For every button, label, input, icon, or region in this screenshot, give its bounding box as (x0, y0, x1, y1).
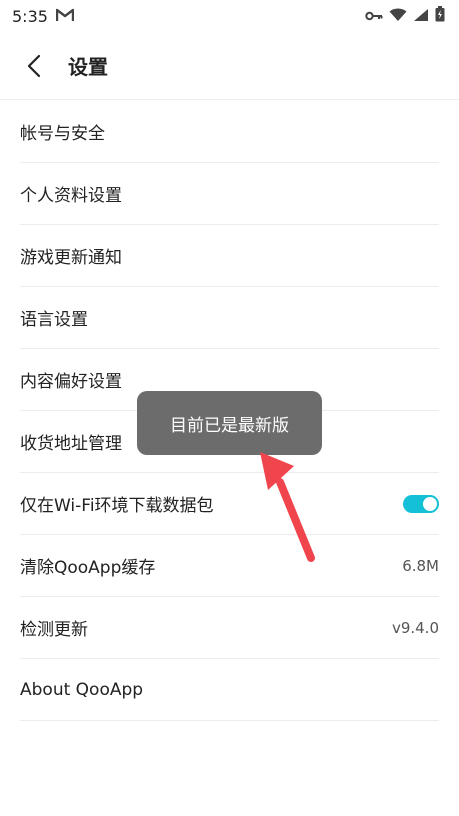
key-icon (365, 7, 383, 26)
status-left: 5:35 (12, 6, 75, 26)
settings-item-label: 帐号与安全 (20, 124, 105, 144)
settings-item-check-update[interactable]: 检测更新 v9.4.0 (20, 597, 439, 659)
settings-item-language[interactable]: 语言设置 (20, 287, 439, 349)
settings-item-game-update-notifications[interactable]: 游戏更新通知 (20, 225, 439, 287)
battery-icon (435, 6, 445, 26)
settings-item-about[interactable]: About QooApp (20, 659, 439, 721)
settings-item-label: 检测更新 (20, 620, 88, 640)
settings-item-clear-cache[interactable]: 清除QooApp缓存 6.8M (20, 535, 439, 597)
settings-item-label: 内容偏好设置 (20, 372, 122, 392)
wifi-icon (389, 7, 407, 26)
version-value: v9.4.0 (391, 618, 439, 637)
status-bar: 5:35 (0, 0, 459, 32)
settings-item-label: 游戏更新通知 (20, 248, 122, 268)
wifi-only-toggle[interactable] (403, 494, 439, 513)
status-time: 5:35 (12, 6, 48, 26)
cache-size-value: 6.8M (402, 556, 439, 575)
annotation-arrow (260, 452, 315, 562)
cellular-signal-icon (413, 7, 429, 26)
settings-item-label: 语言设置 (20, 310, 88, 330)
settings-item-account-security[interactable]: 帐号与安全 (20, 101, 439, 163)
settings-item-label: 仅在Wi-Fi环境下载数据包 (20, 496, 214, 516)
settings-item-label: 个人资料设置 (20, 186, 122, 206)
settings-item-wifi-only-download: 仅在Wi-Fi环境下载数据包 (20, 473, 439, 535)
settings-item-label: 收货地址管理 (20, 434, 122, 454)
page-title: 设置 (68, 55, 108, 79)
chevron-left-icon (27, 54, 41, 77)
settings-item-label: 清除QooApp缓存 (20, 558, 156, 578)
app-bar: 设置 (0, 32, 459, 100)
settings-item-label: About QooApp (20, 679, 144, 700)
status-right (365, 6, 445, 26)
back-button[interactable] (20, 52, 48, 80)
toggle-knob (423, 496, 437, 511)
gmail-icon (55, 7, 75, 26)
settings-item-profile[interactable]: 个人资料设置 (20, 163, 439, 225)
